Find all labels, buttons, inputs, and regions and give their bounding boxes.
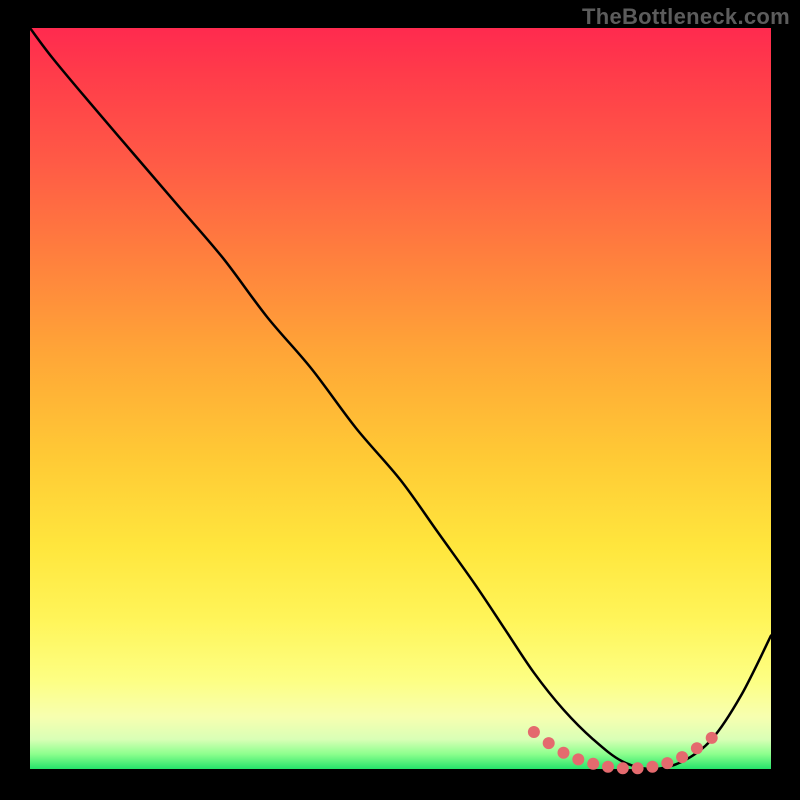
marker-dot (617, 762, 629, 774)
watermark-text: TheBottleneck.com (582, 4, 790, 30)
marker-dot (558, 747, 570, 759)
marker-dot (661, 757, 673, 769)
curve-svg (30, 28, 771, 769)
marker-dot (528, 726, 540, 738)
bottleneck-curve (30, 28, 771, 769)
marker-dot (646, 761, 658, 773)
marker-dot (572, 753, 584, 765)
minimum-band-markers (528, 726, 718, 774)
marker-dot (543, 737, 555, 749)
marker-dot (676, 751, 688, 763)
plot-area (30, 28, 771, 769)
chart-frame: TheBottleneck.com (0, 0, 800, 800)
marker-dot (587, 758, 599, 770)
marker-dot (706, 732, 718, 744)
marker-dot (691, 742, 703, 754)
marker-dot (632, 762, 644, 774)
marker-dot (602, 761, 614, 773)
